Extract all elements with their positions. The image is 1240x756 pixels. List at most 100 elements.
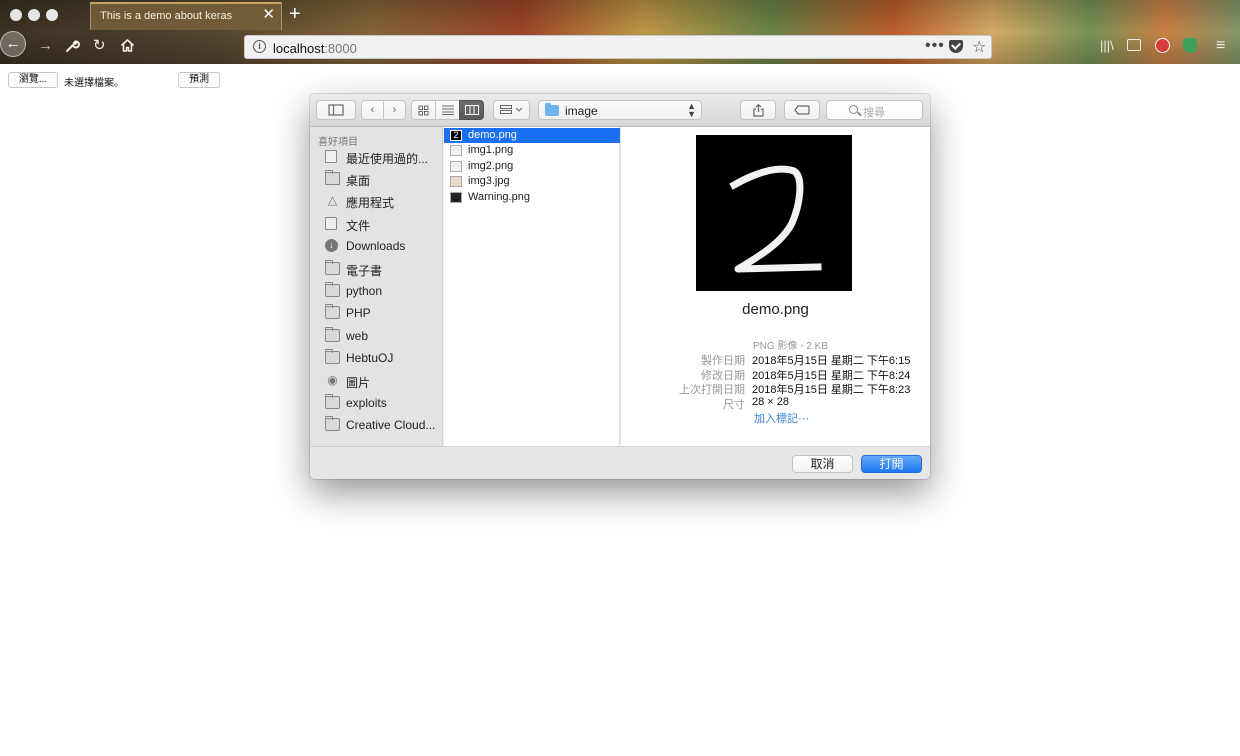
file-row-img1[interactable]: img1.png (444, 143, 620, 158)
downloads-icon: ↓ (325, 239, 338, 252)
sidebar-item-web[interactable]: web (325, 326, 442, 346)
file-row-warning[interactable]: Warning.png (444, 190, 620, 205)
info-icon[interactable]: i (253, 40, 266, 53)
file-name: img2.png (468, 160, 514, 172)
wrench-icon[interactable] (65, 38, 80, 57)
file-thumbnail-icon (450, 161, 462, 172)
folder-icon (545, 103, 559, 116)
home-icon[interactable] (120, 38, 135, 57)
reload-icon[interactable]: ↻ (93, 38, 106, 54)
sidebar-item-exploits[interactable]: exploits (325, 393, 442, 413)
forward-arrow-icon[interactable]: → (38, 38, 53, 54)
sidebar-item-documents[interactable]: 文件 (325, 214, 442, 234)
file-thumbnail-icon (450, 192, 462, 203)
file-thumbnail-icon (450, 145, 462, 156)
cancel-button[interactable]: 取消 (792, 455, 853, 473)
url-bar[interactable]: i localhost:8000 ••• ☆ (244, 35, 992, 59)
tag-button[interactable] (784, 100, 820, 120)
back-button[interactable]: ‹ (361, 100, 384, 120)
zoom-window-icon[interactable] (46, 9, 58, 21)
file-row-demo[interactable]: 2 demo.png (444, 128, 620, 143)
file-name: img1.png (468, 144, 514, 156)
new-tab-button[interactable]: + (289, 3, 301, 25)
sidebar-item-hebtuoj[interactable]: HebtuOJ (325, 348, 442, 368)
folder-icon (325, 327, 340, 342)
browser-chrome: This is a demo about keras ✕ + ← → ↻ i l… (0, 0, 1240, 64)
folder-icon (325, 260, 340, 275)
back-arrow-icon[interactable]: ← (0, 31, 26, 57)
sidebar-item-label: 應用程式 (346, 196, 395, 210)
minimize-window-icon[interactable] (28, 9, 40, 21)
browse-button[interactable]: 瀏覽... (8, 72, 58, 88)
file-name: Warning.png (468, 191, 530, 203)
url-host: localhost (273, 41, 325, 56)
list-view-button[interactable] (435, 100, 460, 120)
meta-key: 上次打開日期 (679, 384, 745, 396)
tab-title: This is a demo about keras (100, 10, 233, 22)
desktop-icon (325, 170, 340, 185)
open-button[interactable]: 打開 (861, 455, 922, 473)
close-window-icon[interactable] (10, 9, 22, 21)
sidebar-item-desktop[interactable]: 桌面 (325, 169, 442, 189)
open-file-dialog: ‹ › image ▲ ▼ 搜尋 喜好項目 最近使用過的... 桌面 △ 應用程… (310, 94, 930, 479)
applications-icon: △ (327, 193, 338, 207)
preview-file-kind: PNG 影像 - 2 KB (753, 341, 829, 352)
sidebar-icon[interactable] (1127, 39, 1141, 51)
location-label: image (565, 104, 598, 118)
sidebar-item-label: 桌面 (346, 174, 371, 188)
forward-button[interactable]: › (383, 100, 406, 120)
more-icon[interactable]: ••• (925, 37, 945, 55)
sidebar-item-label: web (346, 329, 369, 343)
sidebar-item-label: PHP (346, 306, 371, 320)
file-row-img3[interactable]: img3.jpg (444, 174, 620, 189)
sidebar-item-ebooks[interactable]: 電子書 (325, 259, 442, 279)
sidebar-heading: 喜好項目 (318, 137, 358, 148)
file-name: img3.jpg (468, 175, 510, 187)
sidebar-item-downloads[interactable]: ↓ Downloads (325, 236, 442, 256)
add-tags-link[interactable]: 加入標記⋯ (754, 410, 809, 426)
dialog-sidebar: 喜好項目 最近使用過的... 桌面 △ 應用程式 文件 ↓ Downloads … (310, 127, 443, 446)
file-thumbnail-icon (450, 176, 462, 187)
library-icon[interactable]: |||\ (1100, 38, 1114, 54)
sidebar-item-python[interactable]: python (325, 281, 442, 301)
predict-button[interactable]: 預測 (178, 72, 220, 88)
location-popup[interactable]: image ▲ ▼ (538, 100, 702, 120)
preview-file-name: demo.png (742, 301, 809, 318)
sidebar-item-php[interactable]: PHP (325, 303, 442, 323)
bookmark-star-icon[interactable]: ☆ (972, 37, 986, 57)
pocket-icon[interactable] (949, 40, 963, 53)
column-view-button[interactable] (459, 100, 484, 120)
folder-icon (325, 304, 340, 319)
shield-icon[interactable] (1183, 38, 1197, 53)
sidebar-item-creative-cloud[interactable]: Creative Cloud... (325, 415, 442, 435)
file-status-text: 未選擇檔案。 (64, 78, 124, 89)
dialog-toolbar: ‹ › image ▲ ▼ 搜尋 (310, 94, 930, 127)
browser-tab[interactable]: This is a demo about keras ✕ (90, 2, 282, 30)
dialog-button-bar: 取消 打開 (310, 446, 930, 479)
file-row-img2[interactable]: img2.png (444, 159, 620, 174)
sidebar-toggle-button[interactable] (316, 100, 356, 120)
sidebar-item-applications[interactable]: △ 應用程式 (325, 191, 442, 211)
file-thumbnail-icon: 2 (450, 130, 462, 141)
sidebar-item-label: HebtuOJ (346, 351, 394, 365)
sidebar-item-label: 圖片 (346, 376, 371, 390)
sidebar-item-label: 電子書 (346, 264, 383, 278)
folder-icon (325, 394, 340, 409)
menu-icon[interactable]: ≡ (1216, 38, 1225, 54)
sidebar-item-pictures[interactable]: ◉ 圖片 (325, 371, 442, 391)
group-view-button[interactable] (493, 100, 530, 120)
tab-close-icon[interactable]: ✕ (262, 7, 275, 23)
browser-toolbar: ← → ↻ i localhost:8000 ••• ☆ |||\ ≡ (0, 31, 1240, 64)
sidebar-item-label: Downloads (346, 239, 406, 253)
folder-icon (325, 282, 340, 297)
meta-key: 製作日期 (701, 355, 745, 367)
icon-view-button[interactable] (411, 100, 436, 120)
sidebar-item-recents[interactable]: 最近使用過的... (325, 147, 442, 167)
adblock-icon[interactable] (1155, 38, 1170, 53)
url-text: localhost:8000 (273, 41, 357, 56)
sidebar-item-label: exploits (346, 396, 387, 410)
share-button[interactable] (740, 100, 776, 120)
popup-arrows-icon: ▲ ▼ (687, 101, 696, 119)
folder-icon (325, 416, 340, 431)
search-field[interactable]: 搜尋 (826, 100, 923, 120)
